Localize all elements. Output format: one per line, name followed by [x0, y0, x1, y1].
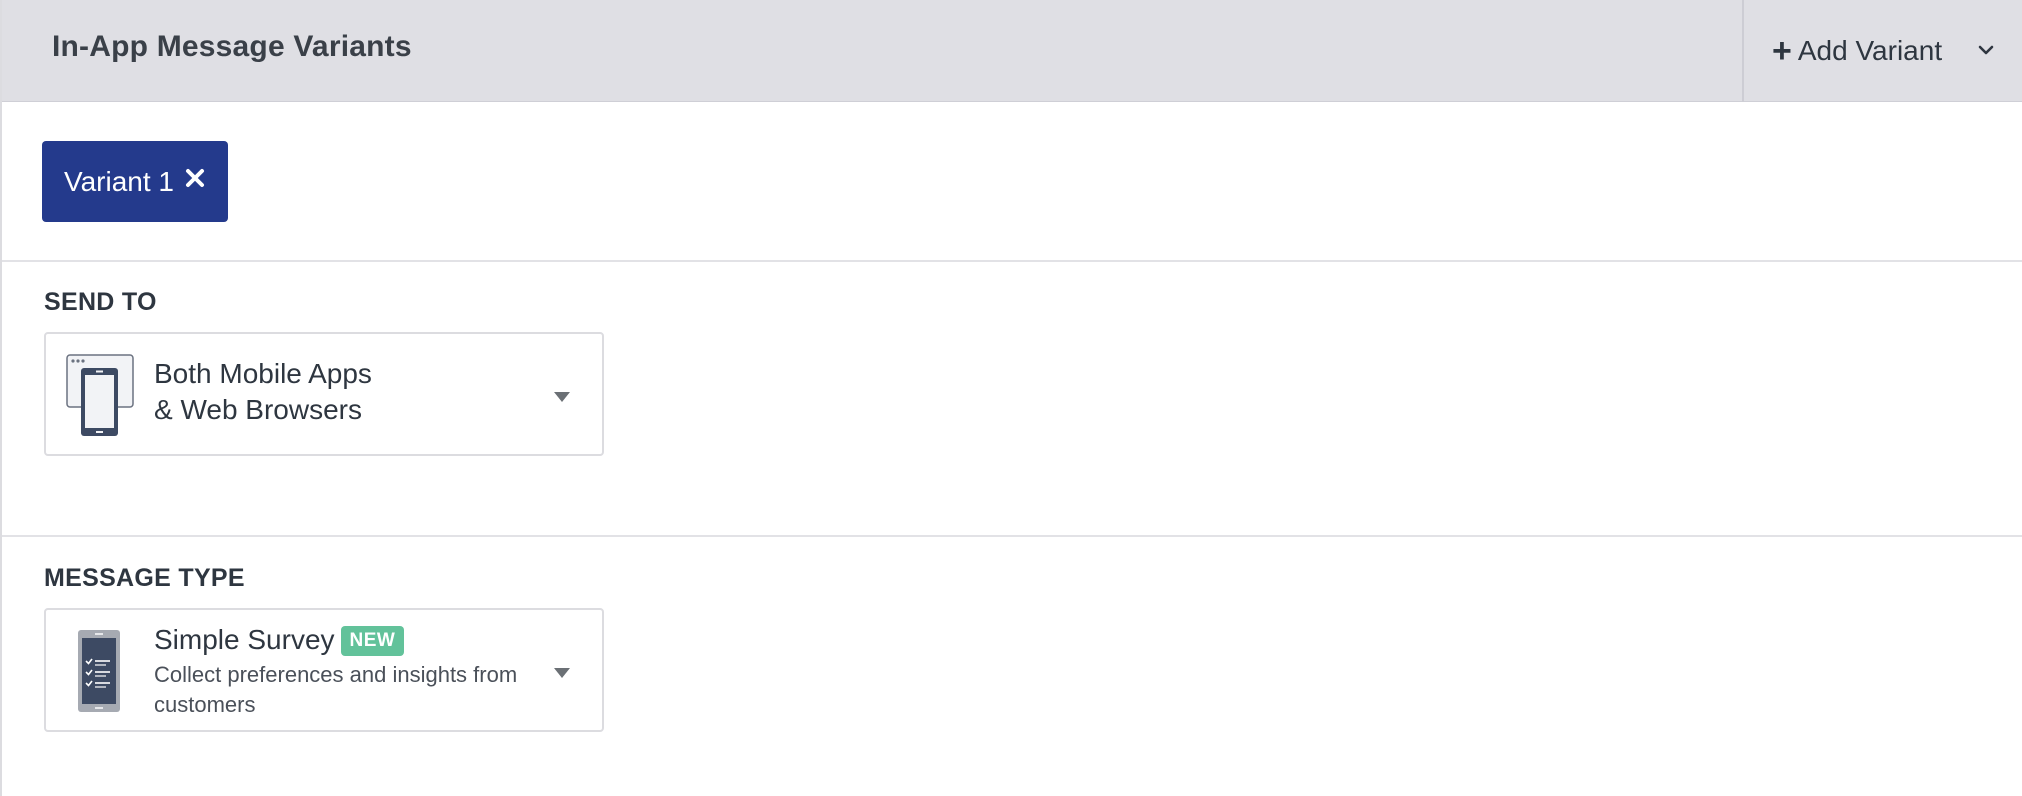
survey-phone-icon [78, 630, 120, 712]
in-app-message-variants-panel: In-App Message Variants + Add Variant Va… [0, 0, 2022, 796]
message-type-label: MESSAGE TYPE [44, 564, 245, 592]
add-variant-button[interactable]: + Add Variant [1744, 0, 2022, 102]
send-to-label: SEND TO [44, 288, 157, 316]
variant-tab-label: Variant 1 [64, 165, 174, 197]
caret-down-icon [554, 392, 570, 402]
send-to-option-line1: Both Mobile Apps [154, 358, 372, 389]
chevron-down-icon[interactable] [1978, 42, 1994, 58]
message-type-title-text: Simple Survey [154, 624, 335, 655]
new-badge: NEW [340, 626, 405, 656]
plus-icon: + [1772, 32, 1792, 70]
variant-tab-1[interactable]: Variant 1 [42, 141, 228, 222]
section-divider [2, 260, 2022, 262]
send-to-select[interactable]: Both Mobile Apps & Web Browsers [44, 332, 604, 456]
caret-down-icon [554, 668, 570, 678]
send-to-option-line2: & Web Browsers [154, 394, 362, 425]
message-type-select[interactable]: Simple Survey NEW Collect preferences and… [44, 608, 604, 732]
page-title: In-App Message Variants [52, 30, 412, 63]
add-variant-label: Add Variant [1797, 35, 1943, 66]
panel-header: In-App Message Variants + Add Variant [2, 0, 2022, 102]
mobile-and-web-icon [66, 354, 134, 436]
close-icon[interactable] [184, 167, 206, 189]
section-divider [2, 535, 2022, 537]
message-type-option-description: Collect preferences and insights from cu… [154, 662, 518, 717]
message-type-option-title: Simple Survey NEW [154, 622, 405, 658]
